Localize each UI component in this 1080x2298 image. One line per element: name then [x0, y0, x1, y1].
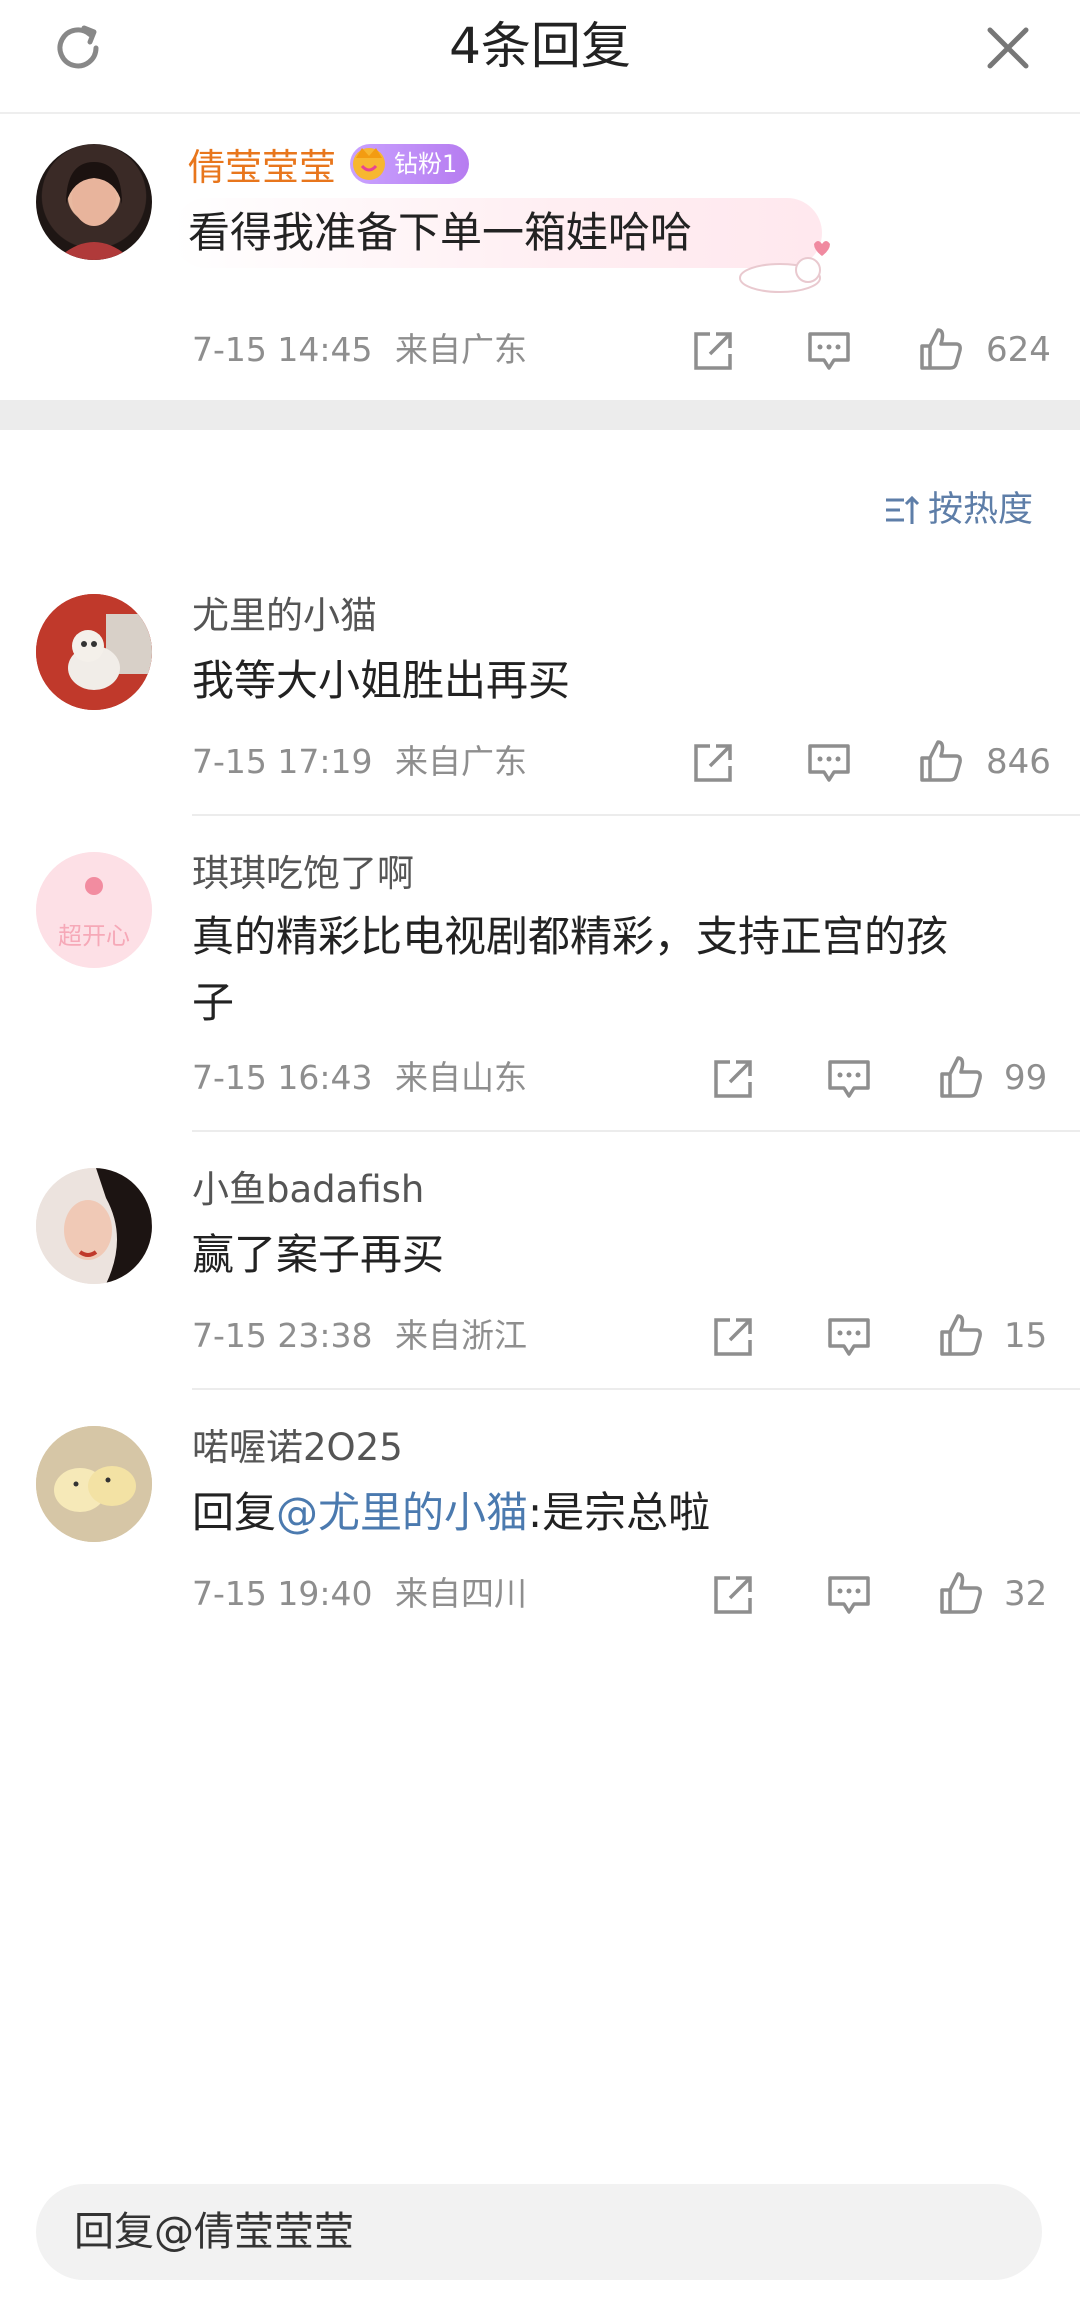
- comment-time: 7-15 23:38: [192, 1316, 373, 1355]
- comment-username[interactable]: 喏喔诺2O25: [192, 1424, 403, 1472]
- like-count: 846: [986, 742, 1051, 782]
- section-divider: [0, 400, 1080, 430]
- like-icon[interactable]: [938, 1312, 984, 1358]
- share-icon[interactable]: [710, 1572, 756, 1618]
- comment-text: 回复@尤里的小猫:是宗总啦: [192, 1480, 710, 1546]
- sticker-avatar-icon: 超开心: [36, 852, 152, 968]
- comment-meta: 7-15 19:40 来自四川: [192, 1572, 527, 1616]
- like-count: 99: [1004, 1058, 1048, 1098]
- comment-meta: 7-15 16:43 来自山东: [192, 1056, 527, 1100]
- header-bar: 4条回复: [0, 0, 1080, 114]
- avatar-portrait-icon: [56, 162, 132, 260]
- avatar-text: 超开心: [58, 922, 130, 950]
- comment-location: 来自山东: [395, 1058, 527, 1097]
- avatar[interactable]: [36, 1426, 152, 1542]
- comment-time: 7-15 16:43: [192, 1058, 373, 1097]
- avatar[interactable]: [36, 594, 152, 710]
- root-comment: 倩莹莹莹 钻粉1 看得我准备下单一箱娃哈哈 7-15 14:45 来自广东 62…: [0, 114, 1080, 400]
- share-icon[interactable]: [710, 1056, 756, 1102]
- like-count: 624: [986, 330, 1051, 370]
- comment-location: 来自浙江: [395, 1316, 527, 1355]
- comment-icon[interactable]: [806, 740, 852, 786]
- comment-icon[interactable]: [826, 1314, 872, 1360]
- comment-location: 来自四川: [395, 1574, 527, 1613]
- like-icon[interactable]: [938, 1054, 984, 1100]
- comment-meta: 7-15 23:38 来自浙江: [192, 1314, 527, 1358]
- share-icon[interactable]: [690, 328, 736, 374]
- comment-text-line2: 子: [192, 978, 235, 1027]
- avatar[interactable]: [36, 1168, 152, 1284]
- comment-meta: 7-15 17:19 来自广东: [192, 740, 527, 784]
- share-icon[interactable]: [710, 1314, 756, 1360]
- divider: [192, 814, 1080, 816]
- comment-text-line1: 真的精彩比电视剧都精彩，支持正宫的孩: [192, 912, 949, 961]
- avatar[interactable]: 超开心: [36, 852, 152, 968]
- comment-location: 来自广东: [395, 742, 527, 781]
- comment-icon[interactable]: [806, 328, 852, 374]
- comment-username[interactable]: 倩莹莹莹: [188, 144, 336, 192]
- comment-username[interactable]: 小鱼badafish: [192, 1166, 424, 1214]
- fan-badge: 钻粉1: [350, 144, 470, 184]
- mention-link[interactable]: @尤里的小猫: [276, 1488, 528, 1537]
- comment-time: 7-15 14:45: [192, 330, 373, 369]
- comment-text: 我等大小姐胜出再买: [192, 656, 571, 705]
- reply-input-placeholder: 回复@倩莹莹莹: [74, 2209, 354, 2255]
- like-icon[interactable]: [918, 326, 964, 372]
- crown-icon: [353, 148, 385, 180]
- close-icon[interactable]: [980, 20, 1036, 76]
- reply-body: :是宗总啦: [528, 1488, 711, 1537]
- chick-avatar-icon: [36, 1426, 152, 1542]
- cat-sticker-icon: [739, 241, 830, 293]
- comment-text: 赢了案子再买: [192, 1230, 445, 1279]
- portrait-avatar-icon: [36, 1168, 152, 1284]
- comment-time: 7-15 17:19: [192, 742, 373, 781]
- avatar[interactable]: [36, 144, 152, 260]
- reply-input[interactable]: 回复@倩莹莹莹: [36, 2184, 1042, 2280]
- share-icon[interactable]: [690, 740, 736, 786]
- page-title: 4条回复: [449, 17, 631, 75]
- reply-prefix: 回复: [192, 1488, 277, 1537]
- comment-username[interactable]: 尤里的小猫: [192, 592, 377, 640]
- comment-location: 来自广东: [395, 330, 527, 369]
- badge-label: 钻粉1: [394, 150, 458, 178]
- like-icon[interactable]: [918, 738, 964, 784]
- comment-username[interactable]: 琪琪吃饱了啊: [192, 850, 414, 898]
- sort-by-hot-button[interactable]: 按热度: [928, 486, 1033, 534]
- comment-text: 看得我准备下单一箱娃哈哈: [188, 208, 693, 257]
- sort-icon[interactable]: [884, 494, 920, 528]
- comment-time: 7-15 19:40: [192, 1574, 373, 1613]
- comment-icon[interactable]: [826, 1572, 872, 1618]
- comment-icon[interactable]: [826, 1056, 872, 1102]
- like-count: 32: [1004, 1574, 1048, 1614]
- comment-meta: 7-15 14:45 来自广东: [192, 328, 527, 372]
- divider: [192, 1388, 1080, 1390]
- like-count: 15: [1004, 1316, 1048, 1356]
- cat-avatar-icon: [36, 594, 152, 710]
- like-icon[interactable]: [938, 1570, 984, 1616]
- divider: [192, 1130, 1080, 1132]
